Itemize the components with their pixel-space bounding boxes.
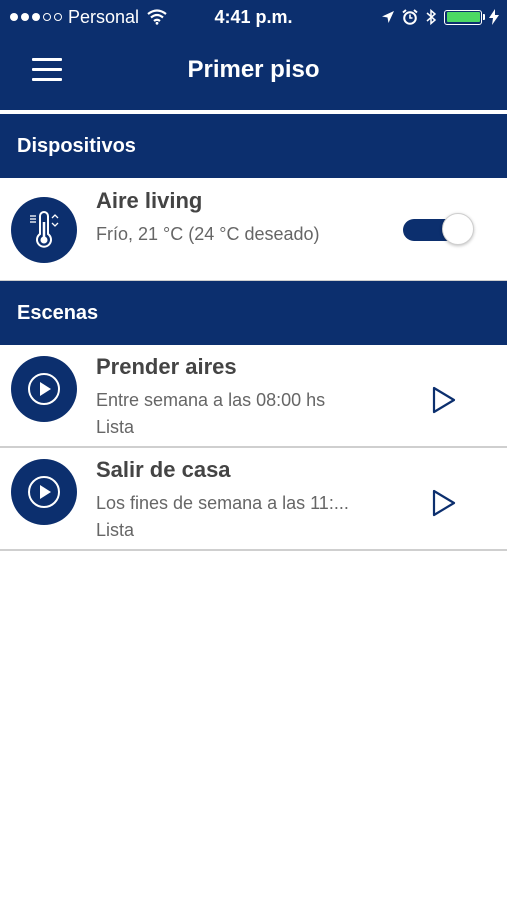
scene-state: Lista <box>96 417 135 437</box>
charging-bolt-icon <box>489 9 499 25</box>
play-circle-icon <box>11 356 77 422</box>
device-row-aire-living[interactable]: Aire living Frío, 21 °C (24 °C deseado) <box>0 178 507 282</box>
alarm-clock-icon <box>402 9 418 25</box>
device-name: Aire living <box>96 188 203 213</box>
location-arrow-icon <box>382 11 394 23</box>
thermometer-icon <box>11 197 77 263</box>
battery-icon <box>444 9 485 25</box>
status-bar: Personal 4:41 p.m. <box>0 0 507 34</box>
scene-name: Prender aires <box>96 354 237 379</box>
play-circle-icon <box>11 459 77 525</box>
play-icon[interactable] <box>428 384 460 416</box>
scene-schedule: Los fines de semana a las 11:... <box>96 493 349 513</box>
nav-bar: Primer piso <box>0 34 507 110</box>
device-power-toggle[interactable] <box>402 212 474 246</box>
scene-row-prender-aires[interactable]: Prender aires Entre semana a las 08:00 h… <box>0 345 507 448</box>
scene-name: Salir de casa <box>96 457 231 482</box>
bluetooth-icon <box>426 8 437 26</box>
scene-schedule: Entre semana a las 08:00 hs <box>96 390 326 410</box>
device-status: Frío, 21 °C (24 °C deseado) <box>96 224 320 244</box>
toggle-knob <box>442 213 474 245</box>
page-title: Primer piso <box>187 56 320 83</box>
section-header-scenes: Escenas <box>0 281 507 345</box>
status-right <box>381 0 499 34</box>
section-header-devices: Dispositivos <box>0 114 507 178</box>
scene-row-salir-de-casa[interactable]: Salir de casa Los fines de semana a las … <box>0 448 507 551</box>
play-icon[interactable] <box>428 487 460 519</box>
scene-state: Lista <box>96 520 135 540</box>
